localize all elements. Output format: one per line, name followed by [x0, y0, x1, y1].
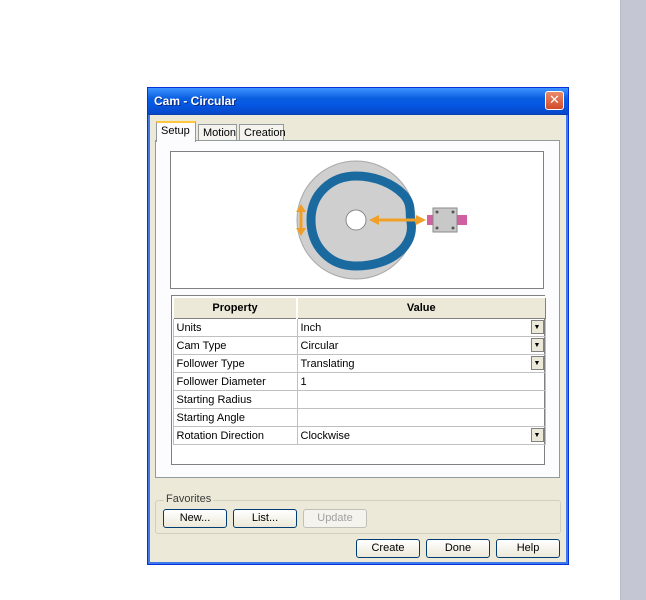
chevron-down-icon[interactable]: ▼ [530, 356, 544, 370]
property-label: Starting Angle [172, 408, 298, 427]
create-button[interactable]: Create [356, 539, 420, 558]
property-label: Cam Type [172, 336, 298, 355]
property-label: Rotation Direction [172, 426, 298, 445]
starting-radius-field[interactable] [296, 390, 546, 409]
new-favorite-button[interactable]: New... [163, 509, 227, 528]
follower-type-value: Translating [300, 357, 355, 370]
value-column-header: Value [296, 296, 546, 319]
cam-type-value: Circular [300, 339, 339, 352]
table-row: Cam Type Circular ▼ [172, 336, 546, 355]
chevron-down-icon[interactable]: ▼ [530, 338, 544, 352]
property-grid: Property Value Units Inch ▼ Cam Type Circ… [171, 295, 546, 465]
help-button[interactable]: Help [496, 539, 560, 558]
title-bar[interactable]: Cam - Circular ✕ [148, 88, 568, 115]
setup-panel: Property Value Units Inch ▼ Cam Type Circ… [155, 140, 560, 478]
grid-header-row: Property Value [172, 296, 546, 319]
favorites-label: Favorites [164, 493, 214, 505]
units-value: Inch [300, 321, 322, 334]
table-row: Starting Radius [172, 390, 546, 409]
rotation-direction-value: Clockwise [300, 429, 351, 442]
chevron-down-icon[interactable]: ▼ [530, 320, 544, 334]
cam-dialog: Cam - Circular ✕ Setup Motion Creation P… [147, 87, 569, 565]
property-column-header: Property [172, 296, 298, 319]
cam-type-dropdown[interactable]: Circular ▼ [296, 336, 546, 355]
close-button[interactable]: ✕ [545, 91, 564, 110]
list-favorites-button[interactable]: List... [233, 509, 297, 528]
done-button[interactable]: Done [426, 539, 490, 558]
update-favorite-button: Update [303, 509, 367, 528]
cam-preview [170, 151, 544, 289]
starting-angle-field[interactable] [296, 408, 546, 427]
follower-type-dropdown[interactable]: Translating ▼ [296, 354, 546, 373]
property-label: Follower Type [172, 354, 298, 373]
table-row: Units Inch ▼ [172, 318, 546, 337]
property-label: Follower Diameter [172, 372, 298, 391]
table-row: Starting Angle [172, 408, 546, 427]
rotation-direction-dropdown[interactable]: Clockwise ▼ [296, 426, 546, 445]
tab-creation[interactable]: Creation [239, 124, 286, 141]
close-icon: ✕ [549, 93, 560, 108]
chevron-down-icon[interactable]: ▼ [530, 428, 544, 442]
property-label: Starting Radius [172, 390, 298, 409]
units-dropdown[interactable]: Inch ▼ [296, 318, 546, 337]
cam-follower-diagram-icon [296, 160, 467, 280]
table-row: Follower Type Translating ▼ [172, 354, 546, 373]
table-row: Rotation Direction Clockwise ▼ [172, 426, 546, 445]
tab-motion[interactable]: Motion [198, 124, 237, 141]
property-label: Units [172, 318, 298, 337]
follower-diameter-field[interactable]: 1 [296, 372, 546, 391]
window-title: Cam - Circular [154, 94, 237, 108]
tab-setup[interactable]: Setup [156, 121, 196, 142]
favorites-group: Favorites New... List... Update [155, 493, 561, 534]
table-row: Follower Diameter 1 [172, 372, 546, 391]
